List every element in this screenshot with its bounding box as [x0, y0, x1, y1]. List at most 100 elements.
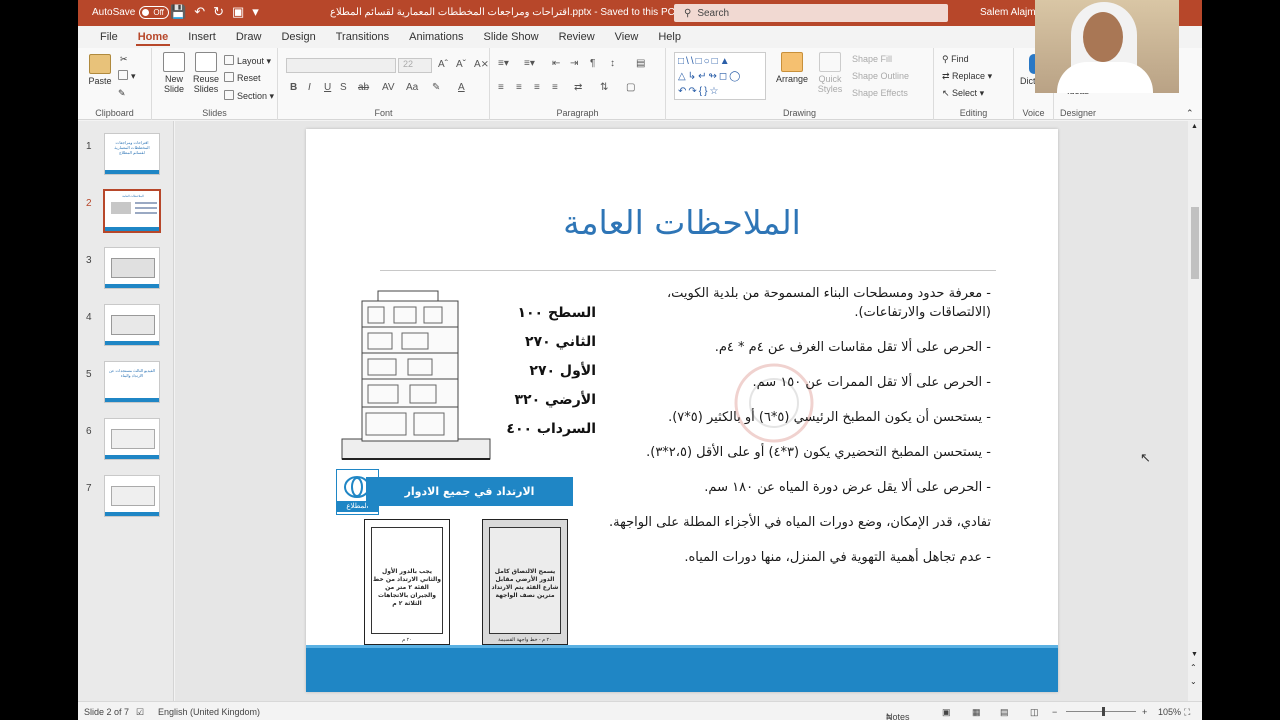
shape-effects-button[interactable]: Shape Effects	[852, 88, 908, 98]
thumbnail-slide-7[interactable]: 7	[78, 473, 174, 523]
text-direction-icon[interactable]: ⇄	[574, 82, 582, 93]
scroll-down-icon[interactable]: ▼	[1191, 651, 1198, 658]
thumbnail-slide-5[interactable]: 5 الفيديو الثالث مستجدات عن الارتداد وال…	[78, 359, 174, 409]
numbering-icon[interactable]: ≡▾	[524, 58, 535, 69]
zoom-out-icon[interactable]: −	[1052, 707, 1057, 717]
previous-slide-icon[interactable]: ⌃	[1190, 663, 1197, 672]
shapes-gallery[interactable]: □\\□○□▲ △↳↵↬◻◯ ↶↷{}☆	[674, 52, 766, 100]
smartart-icon[interactable]: ▢	[626, 82, 635, 93]
accessibility-icon[interactable]: ☑	[136, 707, 144, 718]
tab-slide-show[interactable]: Slide Show	[474, 26, 549, 48]
font-name-combo[interactable]	[286, 58, 396, 73]
fit-to-window-icon[interactable]: ⛶	[1184, 707, 1190, 718]
thumbnail-slide-1[interactable]: 1 اقتراحات ومراجعات المخططات المعمارية ل…	[78, 131, 174, 181]
zoom-level[interactable]: 105%	[1158, 707, 1181, 717]
autosave-control[interactable]: AutoSave Off	[92, 6, 170, 19]
replace-button[interactable]: ⇄ Replace ▾	[942, 71, 992, 82]
building-section-drawing[interactable]	[338, 289, 498, 465]
char-spacing-icon[interactable]: AV	[382, 82, 395, 93]
tab-insert[interactable]: Insert	[178, 26, 226, 48]
bullets-icon[interactable]: ≡▾	[498, 58, 509, 69]
user-name[interactable]: Salem Alajmi	[980, 7, 1038, 18]
plan-upper-floors[interactable]: يجب بالدور الأول والثاني الارتداد من خط …	[364, 519, 450, 645]
underline-button[interactable]: U	[324, 82, 331, 93]
tab-view[interactable]: View	[605, 26, 649, 48]
quick-styles-button[interactable]: Quick Styles	[812, 52, 848, 94]
zoom-in-icon[interactable]: +	[1142, 707, 1147, 717]
line-spacing-icon[interactable]: ↕	[610, 58, 615, 69]
highlight-icon[interactable]: ✎	[432, 82, 440, 93]
shrink-font-icon[interactable]: Aˇ	[456, 59, 466, 70]
shape-fill-button[interactable]: Shape Fill	[852, 54, 892, 64]
plan-ground-floor[interactable]: يسمح الالتصاق كامل الدور الأرضي مقابل شا…	[482, 519, 568, 645]
find-button[interactable]: ⚲ Find	[942, 54, 969, 65]
shadow-button[interactable]: S	[340, 82, 347, 93]
arrange-button[interactable]: Arrange	[774, 52, 810, 84]
align-right-icon[interactable]: ≡	[534, 82, 540, 93]
thumbnail-slide-3[interactable]: 3	[78, 245, 174, 295]
font-size-combo[interactable]: 22	[398, 58, 432, 73]
change-case-icon[interactable]: Aa	[406, 82, 418, 93]
decrease-indent-icon[interactable]: ⇤	[552, 58, 560, 69]
new-slide-button[interactable]: New Slide	[158, 52, 190, 94]
tab-file[interactable]: File	[90, 26, 128, 48]
bold-button[interactable]: B	[290, 82, 297, 93]
copy-icon[interactable]: ▾	[118, 70, 136, 82]
vertical-scrollbar[interactable]: ▲ ▼ ⌃ ⌄	[1188, 121, 1202, 701]
layout-button[interactable]: Layout ▾	[224, 55, 271, 67]
align-text-icon[interactable]: ⇅	[600, 82, 608, 93]
thumbnail-slide-4[interactable]: 4	[78, 302, 174, 352]
thumbnail-slide-2[interactable]: 2 الملاحظات العامة	[78, 188, 174, 238]
zoom-slider-thumb[interactable]	[1102, 707, 1105, 716]
grow-font-icon[interactable]: Aˆ	[438, 59, 448, 70]
strikethrough-icon[interactable]: ab	[358, 82, 369, 93]
shape-outline-button[interactable]: Shape Outline	[852, 71, 909, 81]
tab-transitions[interactable]: Transitions	[326, 26, 399, 48]
autosave-toggle[interactable]: Off	[139, 6, 170, 19]
rtl-icon[interactable]: ¶	[590, 58, 595, 69]
tab-draw[interactable]: Draw	[226, 26, 272, 48]
scroll-up-icon[interactable]: ▲	[1191, 123, 1198, 130]
language-indicator[interactable]: English (United Kingdom)	[158, 707, 260, 717]
slide-canvas[interactable]: الملاحظات العامة السطح ١٠٠ الثاني ٢٧٠ ال…	[306, 129, 1058, 692]
save-icon[interactable]: 💾	[170, 4, 186, 20]
slide-sorter-icon[interactable]: ▦	[972, 707, 981, 718]
search-box[interactable]: ⚲ Search	[674, 4, 948, 22]
slide-editing-area[interactable]: الملاحظات العامة السطح ١٠٠ الثاني ٢٧٠ ال…	[175, 121, 1188, 701]
increase-indent-icon[interactable]: ⇥	[570, 58, 578, 69]
reset-button[interactable]: Reset	[224, 72, 261, 83]
scrollbar-thumb[interactable]	[1191, 207, 1199, 279]
zoom-slider[interactable]	[1066, 711, 1136, 712]
tab-home[interactable]: Home	[128, 26, 179, 48]
tab-design[interactable]: Design	[271, 26, 325, 48]
cut-icon[interactable]: ✂	[120, 54, 128, 65]
customize-qat-icon[interactable]: ▾	[252, 4, 259, 20]
from-beginning-icon[interactable]: ▣	[232, 4, 244, 20]
format-painter-icon[interactable]: ✎	[118, 88, 126, 99]
tab-animations[interactable]: Animations	[399, 26, 473, 48]
thumbnail-slide-6[interactable]: 6	[78, 416, 174, 466]
undo-icon[interactable]: ↶	[194, 4, 205, 20]
slide-body-text[interactable]: - معرفة حدود ومسطحات البناء المسموحة من …	[606, 284, 991, 583]
section-button[interactable]: Section ▾	[224, 90, 274, 102]
italic-button[interactable]: I	[308, 82, 311, 93]
font-color-icon[interactable]: A	[458, 82, 465, 93]
next-slide-icon[interactable]: ⌄	[1190, 677, 1197, 686]
justify-icon[interactable]: ≡	[552, 82, 558, 93]
reuse-slides-button[interactable]: Reuse Slides	[190, 52, 222, 94]
normal-view-icon[interactable]: ▣	[942, 707, 951, 718]
slideshow-icon[interactable]: ◫	[1030, 707, 1039, 718]
tab-help[interactable]: Help	[648, 26, 691, 48]
clipboard-label: Clipboard	[95, 108, 134, 118]
reading-view-icon[interactable]: ▤	[1000, 707, 1009, 718]
redo-icon[interactable]: ↻	[213, 4, 224, 20]
columns-icon[interactable]: ▤	[636, 58, 645, 69]
collapse-ribbon-icon[interactable]: ⌃	[1186, 108, 1194, 119]
paste-button[interactable]: Paste	[86, 54, 114, 86]
align-left-icon[interactable]: ≡	[498, 82, 504, 93]
select-button[interactable]: ↖ Select ▾	[942, 88, 984, 99]
align-center-icon[interactable]: ≡	[516, 82, 522, 93]
tab-review[interactable]: Review	[549, 26, 605, 48]
clear-format-icon[interactable]: A⨯	[474, 59, 489, 70]
slide-title[interactable]: الملاحظات العامة	[306, 203, 1058, 242]
